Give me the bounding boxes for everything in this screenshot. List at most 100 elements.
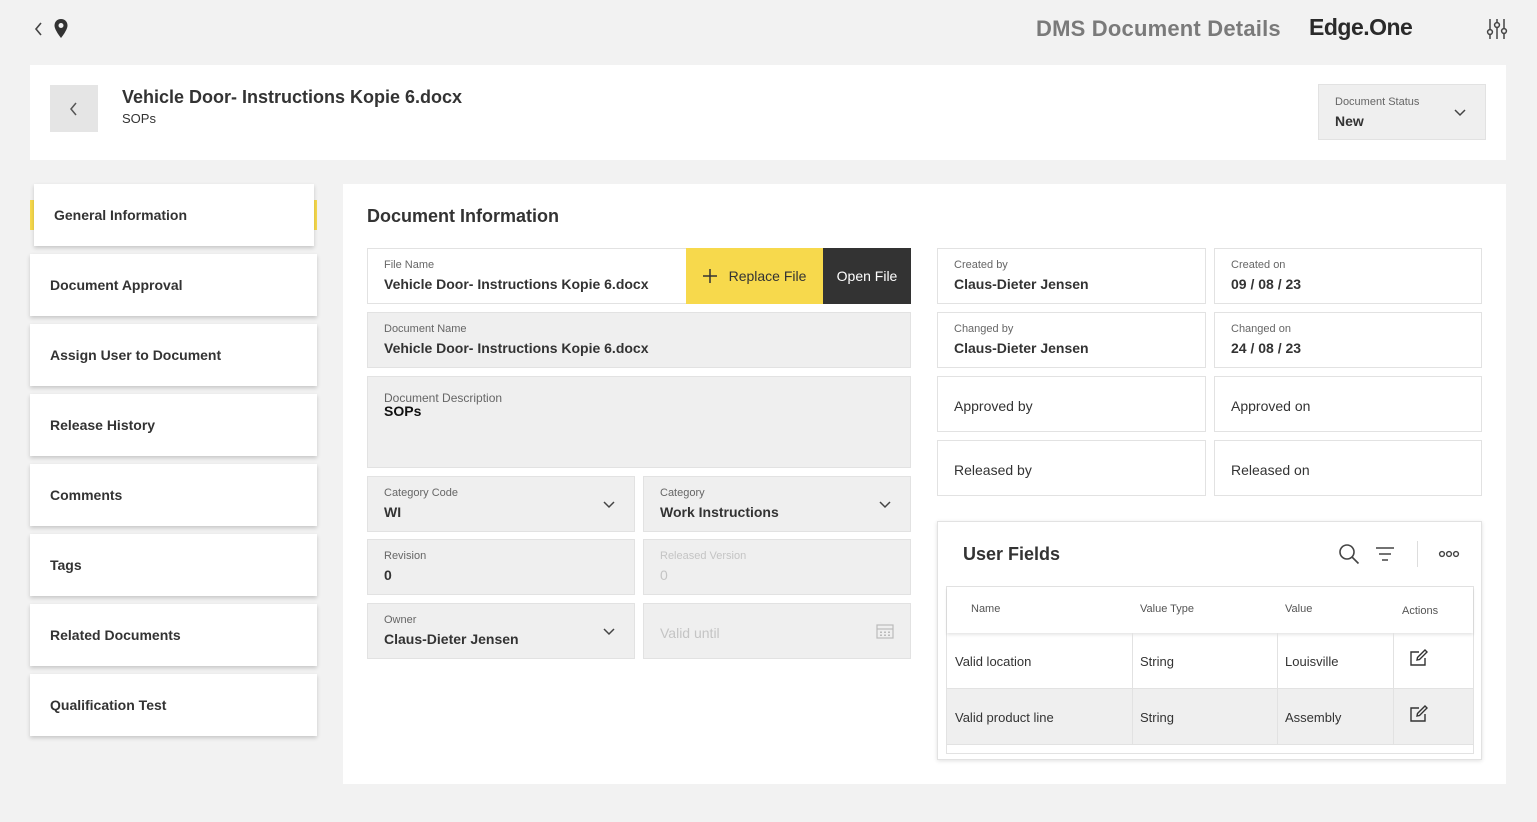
table-header: Name Value Type Value Actions	[947, 587, 1473, 633]
search-icon[interactable]	[1338, 543, 1360, 565]
column-divider	[1277, 689, 1278, 745]
back-chevron-icon[interactable]	[32, 20, 46, 38]
approved-by-field: Approved by	[937, 376, 1206, 432]
sidebar-item-comments[interactable]: Comments	[30, 464, 317, 526]
brand-logo: Edge.One	[1309, 14, 1413, 40]
column-divider	[1393, 633, 1394, 689]
column-header-name[interactable]: Name	[971, 603, 1000, 615]
created-by-label: Created by	[954, 259, 1008, 271]
released-version-label: Released Version	[660, 550, 747, 562]
document-description-field[interactable]: Document Description SOPs	[367, 376, 911, 468]
app-title: DMS Document Details	[1036, 16, 1281, 41]
owner-value: Claus-Dieter Jensen	[384, 631, 519, 647]
file-name-value: Vehicle Door- Instructions Kopie 6.docx	[384, 276, 649, 292]
file-name-field: File Name Vehicle Door- Instructions Kop…	[367, 248, 687, 304]
edit-icon[interactable]	[1409, 705, 1429, 723]
toolbar-divider	[1417, 541, 1418, 567]
column-header-value-type[interactable]: Value Type	[1140, 603, 1194, 615]
user-fields-table: Name Value Type Value Actions Valid loca…	[946, 586, 1474, 754]
replace-file-button[interactable]: Replace File	[686, 248, 823, 304]
created-on-field: Created on 09 / 08 / 23	[1214, 248, 1482, 304]
changed-by-label: Changed by	[954, 323, 1014, 335]
cell-value: Louisville	[1285, 653, 1339, 669]
sidebar-item-label: Comments	[50, 487, 123, 503]
table-row[interactable]: Valid product line String Assembly	[947, 689, 1473, 745]
changed-by-value: Claus-Dieter Jensen	[954, 340, 1089, 356]
approved-on-field: Approved on	[1214, 376, 1482, 432]
category-dropdown[interactable]: Category Work Instructions	[643, 476, 911, 532]
sidebar-item-label: Document Approval	[50, 277, 183, 293]
document-name-field[interactable]: Document Name Vehicle Door- Instructions…	[367, 312, 911, 368]
approved-on-label: Approved on	[1231, 398, 1311, 414]
owner-label: Owner	[384, 614, 417, 626]
category-code-label: Category Code	[384, 487, 458, 499]
chevron-down-icon	[879, 501, 891, 509]
cell-value: Assembly	[1285, 709, 1342, 725]
category-value: Work Instructions	[660, 504, 779, 520]
cell-name: Valid product line	[955, 709, 1054, 725]
released-by-field: Released by	[937, 440, 1206, 496]
valid-until-placeholder: Valid until	[660, 625, 720, 641]
filter-icon[interactable]	[1375, 545, 1395, 563]
approved-by-label: Approved by	[954, 398, 1033, 414]
cell-name: Valid location	[955, 653, 1032, 669]
changed-on-field: Changed on 24 / 08 / 23	[1214, 312, 1482, 368]
sidebar-item-label: Related Documents	[50, 627, 181, 643]
sidebar-item-general-information[interactable]: General Information	[34, 184, 314, 246]
top-bar: DMS Document Details Edge.One	[0, 0, 1537, 60]
calendar-icon[interactable]	[876, 623, 894, 639]
sidebar-item-qualification-test[interactable]: Qualification Test	[30, 674, 317, 736]
document-status-dropdown[interactable]: Document Status New	[1318, 84, 1486, 140]
sidebar-item-document-approval[interactable]: Document Approval	[30, 254, 317, 316]
user-fields-title: User Fields	[963, 544, 1061, 564]
created-by-field: Created by Claus-Dieter Jensen	[937, 248, 1206, 304]
sidebar-item-tags[interactable]: Tags	[30, 534, 317, 596]
back-button[interactable]	[50, 85, 98, 132]
section-title: Document Information	[367, 206, 559, 226]
sidebar-item-label: General Information	[54, 207, 188, 223]
category-label: Category	[660, 487, 705, 499]
category-code-dropdown[interactable]: Category Code WI	[367, 476, 635, 532]
created-on-value: 09 / 08 / 23	[1231, 276, 1302, 292]
status-label: Document Status	[1335, 96, 1420, 108]
open-file-button[interactable]: Open File	[823, 248, 911, 304]
more-options-icon[interactable]	[1438, 550, 1460, 558]
sidebar-item-release-history[interactable]: Release History	[30, 394, 317, 456]
sidebar-item-label: Qualification Test	[50, 697, 167, 713]
table-row[interactable]: Valid location String Louisville	[947, 633, 1473, 689]
released-on-label: Released on	[1231, 462, 1310, 478]
document-description-value: SOPs	[384, 403, 422, 419]
sidebar-item-label: Tags	[50, 557, 82, 573]
edit-icon[interactable]	[1409, 649, 1429, 667]
revision-label: Revision	[384, 550, 427, 562]
column-divider	[1132, 633, 1133, 689]
category-code-value: WI	[384, 504, 402, 520]
revision-value: 0	[384, 567, 392, 583]
open-file-label: Open File	[836, 268, 898, 284]
sidebar-item-label: Release History	[50, 417, 156, 433]
location-pin-icon[interactable]	[53, 18, 69, 40]
settings-sliders-icon[interactable]	[1486, 17, 1508, 41]
sidebar-item-assign-user[interactable]: Assign User to Document	[30, 324, 317, 386]
column-divider	[1393, 689, 1394, 745]
chevron-down-icon	[1454, 109, 1466, 117]
changed-on-label: Changed on	[1231, 323, 1291, 335]
document-name-label: Document Name	[384, 323, 467, 335]
sidebar-item-related-documents[interactable]: Related Documents	[30, 604, 317, 666]
changed-by-field: Changed by Claus-Dieter Jensen	[937, 312, 1206, 368]
user-fields-card: User Fields Name Value Type Value Action…	[937, 521, 1482, 760]
released-on-field: Released on	[1214, 440, 1482, 496]
owner-dropdown[interactable]: Owner Claus-Dieter Jensen	[367, 603, 635, 659]
valid-until-date-field[interactable]: Valid until	[643, 603, 911, 659]
status-value: New	[1335, 113, 1364, 129]
revision-field[interactable]: Revision 0	[367, 539, 635, 595]
document-subtitle: SOPs	[122, 111, 156, 126]
column-divider	[1277, 633, 1278, 689]
released-version-value: 0	[660, 567, 668, 583]
plus-icon	[702, 269, 717, 283]
created-by-value: Claus-Dieter Jensen	[954, 276, 1089, 292]
column-header-value[interactable]: Value	[1285, 603, 1312, 615]
document-header: Vehicle Door- Instructions Kopie 6.docx …	[30, 65, 1506, 160]
document-name-value: Vehicle Door- Instructions Kopie 6.docx	[384, 340, 649, 356]
released-version-field: Released Version 0	[643, 539, 911, 595]
